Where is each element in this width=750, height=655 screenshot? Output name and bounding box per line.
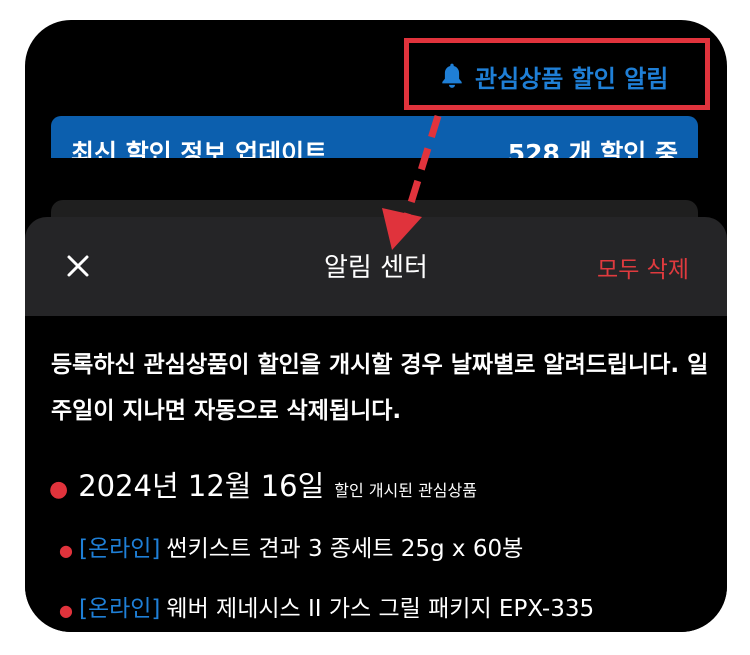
bullet-dot: ●	[49, 477, 69, 502]
app-screen: 관심상품 할인 알림 최신 할인 정보 업데이트 528 개 할인 중 알림 센…	[25, 20, 727, 632]
item-tag: [온라인]	[78, 596, 161, 622]
item-tag: [온라인]	[78, 536, 161, 562]
group-subtitle: 할인 개시된 관심상품	[334, 481, 477, 500]
annotation-highlight-box	[404, 38, 710, 110]
sheet-description: 등록하신 관심상품이 할인을 개시할 경우 날짜별로 알려드립니다. 일주일이 …	[51, 352, 709, 424]
date-group-header: ● 2024년 12월 16일 할인 개시된 관심상품	[49, 463, 477, 505]
clear-all-button[interactable]: 모두 삭제	[597, 250, 689, 284]
item-name: 썬키스트 견과 3 종세트 25g x 60봉	[166, 536, 524, 562]
group-date: 2024년 12월 16일	[78, 469, 325, 503]
bullet-dot: ●	[59, 541, 73, 560]
bullet-dot: ●	[59, 601, 73, 620]
discount-update-banner[interactable]: 최신 할인 정보 업데이트 528 개 할인 중	[51, 116, 698, 158]
sheet-header: 알림 센터 모두 삭제	[25, 217, 727, 316]
notification-sheet: 알림 센터 모두 삭제 등록하신 관심상품이 할인을 개시할 경우 날짜별로 알…	[25, 217, 727, 632]
banner-count: 528 개 할인 중	[507, 139, 678, 158]
banner-title: 최신 할인 정보 업데이트	[71, 139, 328, 158]
list-item[interactable]: ● [온라인] 웨버 제네시스 II 가스 그릴 패키지 EPX-335	[59, 589, 594, 623]
item-name: 웨버 제네시스 II 가스 그릴 패키지 EPX-335	[166, 596, 595, 622]
list-item[interactable]: ● [온라인] 썬키스트 견과 3 종세트 25g x 60봉	[59, 529, 523, 563]
